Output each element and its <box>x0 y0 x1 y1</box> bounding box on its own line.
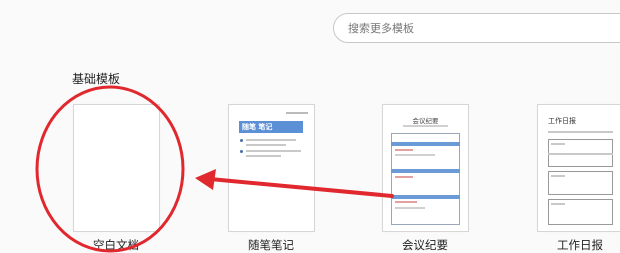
arrow-shaft <box>208 177 394 198</box>
highlight-circle <box>35 85 185 253</box>
arrow-head-icon <box>195 169 216 190</box>
annotation-overlay <box>35 85 394 253</box>
